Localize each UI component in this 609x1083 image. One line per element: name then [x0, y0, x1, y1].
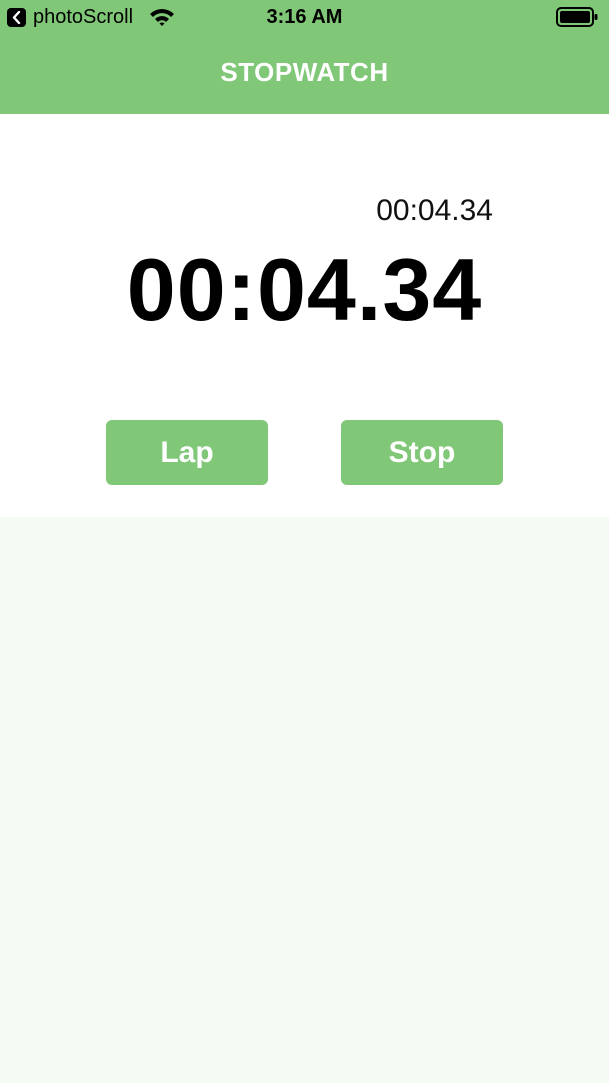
battery-icon: [556, 7, 598, 27]
timer-panel: 00:04.34 00:04.34 Lap Stop: [0, 114, 609, 517]
status-bar: photoScroll 3:16 AM: [0, 0, 609, 34]
header-bar: photoScroll 3:16 AM STOPWATCH: [0, 0, 609, 114]
total-time-display: 00:04.34: [126, 240, 483, 339]
laps-list: [0, 517, 609, 1083]
lap-time-display: 00:04.34: [376, 194, 493, 227]
page-title: STOPWATCH: [220, 57, 389, 87]
stopwatch-screen: photoScroll 3:16 AM STOPWATCH 00:04.34 0…: [0, 0, 609, 1083]
stop-button[interactable]: Stop: [341, 420, 503, 485]
status-time: 3:16 AM: [266, 6, 343, 28]
lap-button[interactable]: Lap: [106, 420, 268, 485]
